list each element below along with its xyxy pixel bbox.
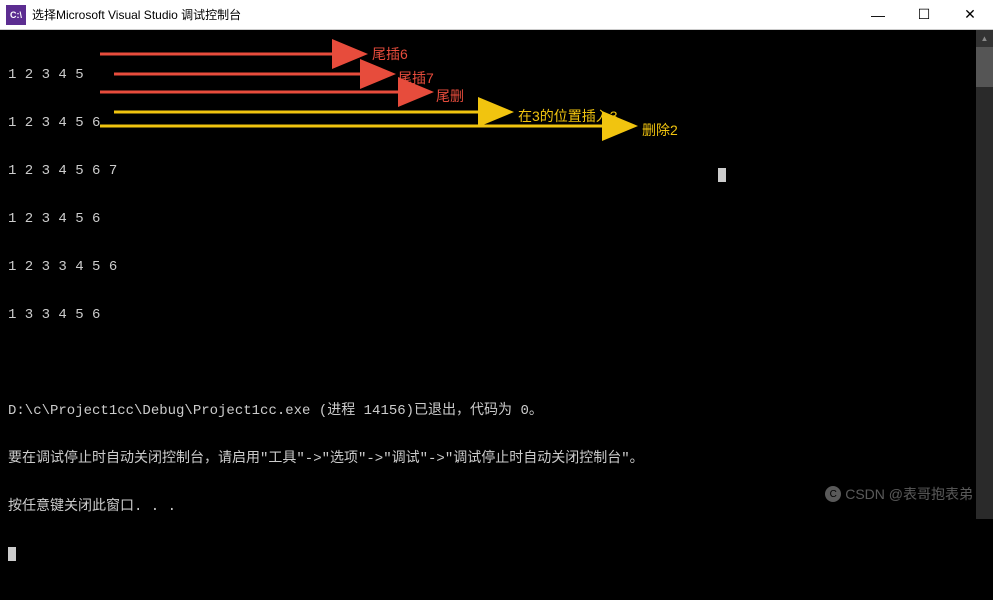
minimize-button[interactable]: — <box>855 0 901 29</box>
output-line: 1 3 3 4 5 6 <box>8 307 985 323</box>
scroll-up-button[interactable]: ▲ <box>976 30 993 47</box>
output-line: D:\c\Project1cc\Debug\Project1cc.exe (进程… <box>8 403 985 419</box>
selection-cursor <box>718 168 726 182</box>
output-line: 1 2 3 4 5 6 <box>8 211 985 227</box>
output-line: 要在调试停止时自动关闭控制台，请启用"工具"->"选项"->"调试"->"调试停… <box>8 451 985 467</box>
vertical-scrollbar[interactable]: ▲ <box>976 30 993 519</box>
output-line: 1 2 3 4 5 6 7 <box>8 163 985 179</box>
maximize-button[interactable]: ☐ <box>901 0 947 29</box>
scroll-thumb[interactable] <box>976 47 993 87</box>
console-area[interactable]: 1 2 3 4 5 1 2 3 4 5 6 1 2 3 4 5 6 7 1 2 … <box>0 30 993 519</box>
window-titlebar: C:\ 选择Microsoft Visual Studio 调试控制台 — ☐ … <box>0 0 993 30</box>
output-line: 1 2 3 4 5 6 <box>8 115 985 131</box>
output-line <box>8 355 985 371</box>
cursor-line <box>8 547 985 563</box>
watermark-text: CSDN @表哥抱表弟 <box>845 484 973 504</box>
window-controls: — ☐ ✕ <box>855 0 993 29</box>
watermark-icon: C <box>825 486 841 502</box>
text-cursor <box>8 547 16 561</box>
app-icon: C:\ <box>6 5 26 25</box>
console-output: 1 2 3 4 5 1 2 3 4 5 6 1 2 3 4 5 6 7 1 2 … <box>0 30 993 600</box>
window-title: 选择Microsoft Visual Studio 调试控制台 <box>32 6 855 23</box>
watermark: C CSDN @表哥抱表弟 <box>825 484 973 504</box>
output-line: 1 2 3 3 4 5 6 <box>8 259 985 275</box>
output-line: 1 2 3 4 5 <box>8 67 985 83</box>
close-button[interactable]: ✕ <box>947 0 993 29</box>
